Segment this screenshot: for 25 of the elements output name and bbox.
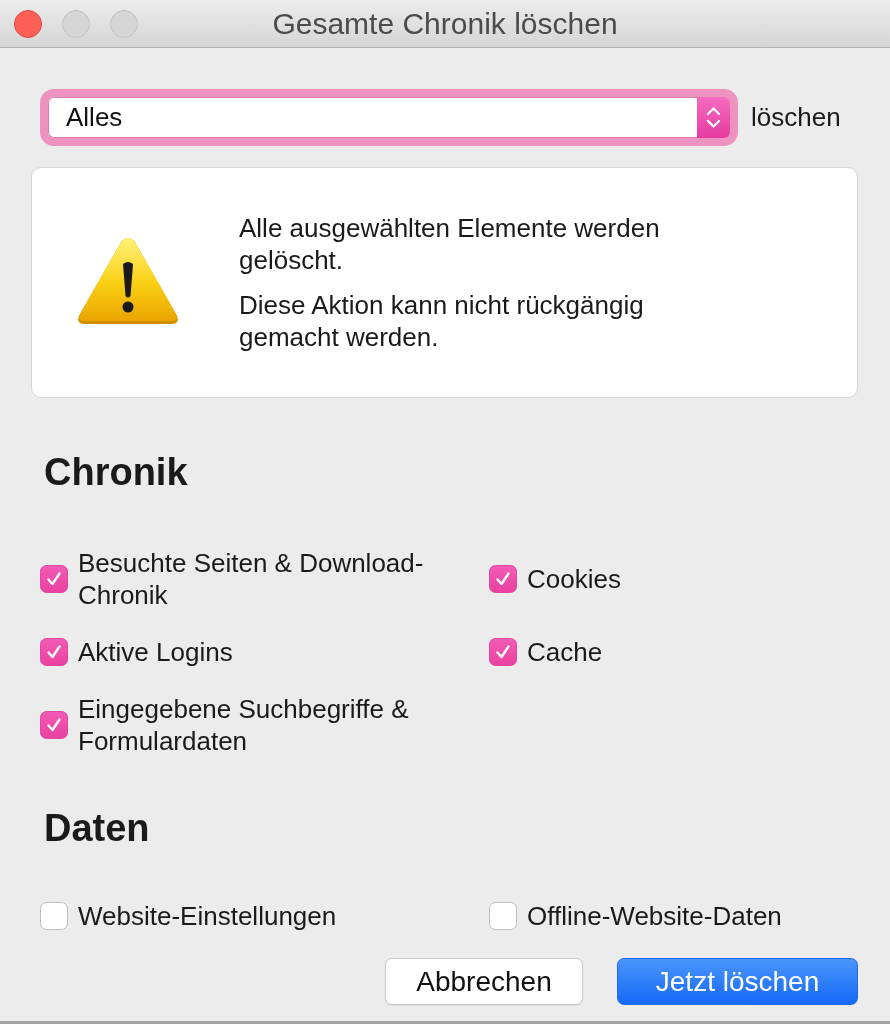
section-heading: Chronik bbox=[44, 452, 188, 492]
checkbox[interactable] bbox=[489, 638, 517, 666]
checkbox[interactable] bbox=[40, 565, 68, 593]
checkbox[interactable] bbox=[40, 638, 68, 666]
checkbox-label[interactable]: Besuchte Seiten & Download-Chronik bbox=[78, 547, 468, 611]
cancel-button[interactable]: Abbrechen bbox=[385, 958, 583, 1005]
window-title: Gesamte Chronik löschen bbox=[272, 6, 618, 41]
checkbox[interactable] bbox=[40, 902, 68, 930]
checkbox[interactable] bbox=[40, 711, 68, 739]
checkbox-label[interactable]: Aktive Logins bbox=[78, 636, 233, 668]
time-range-dropdown[interactable]: Alles bbox=[40, 89, 738, 146]
warning-text: Diese Aktion kann nicht rückgängig gemacht werden. bbox=[239, 289, 645, 353]
close-button[interactable] bbox=[14, 9, 42, 38]
checkbox[interactable] bbox=[489, 565, 517, 593]
section-heading: Daten bbox=[44, 808, 150, 848]
checkbox-label[interactable]: Cookies bbox=[527, 563, 621, 595]
dropdown-label: löschen bbox=[751, 102, 841, 133]
up-down-chevron-icon bbox=[697, 97, 730, 138]
checkbox-label[interactable]: Offline-Website-Daten bbox=[527, 900, 782, 932]
checkbox[interactable] bbox=[489, 902, 517, 930]
checkbox-label[interactable]: Website-Einstellungen bbox=[78, 900, 337, 932]
checkbox-label[interactable]: Eingegebene Suchbegriffe & Formulardaten bbox=[78, 693, 468, 757]
checkbox-label[interactable]: Cache bbox=[527, 636, 603, 668]
warning-text: Alle ausgewählten Elemente werden gelöscht. bbox=[239, 212, 661, 276]
confirm-button[interactable]: Jetzt löschen bbox=[617, 958, 858, 1005]
